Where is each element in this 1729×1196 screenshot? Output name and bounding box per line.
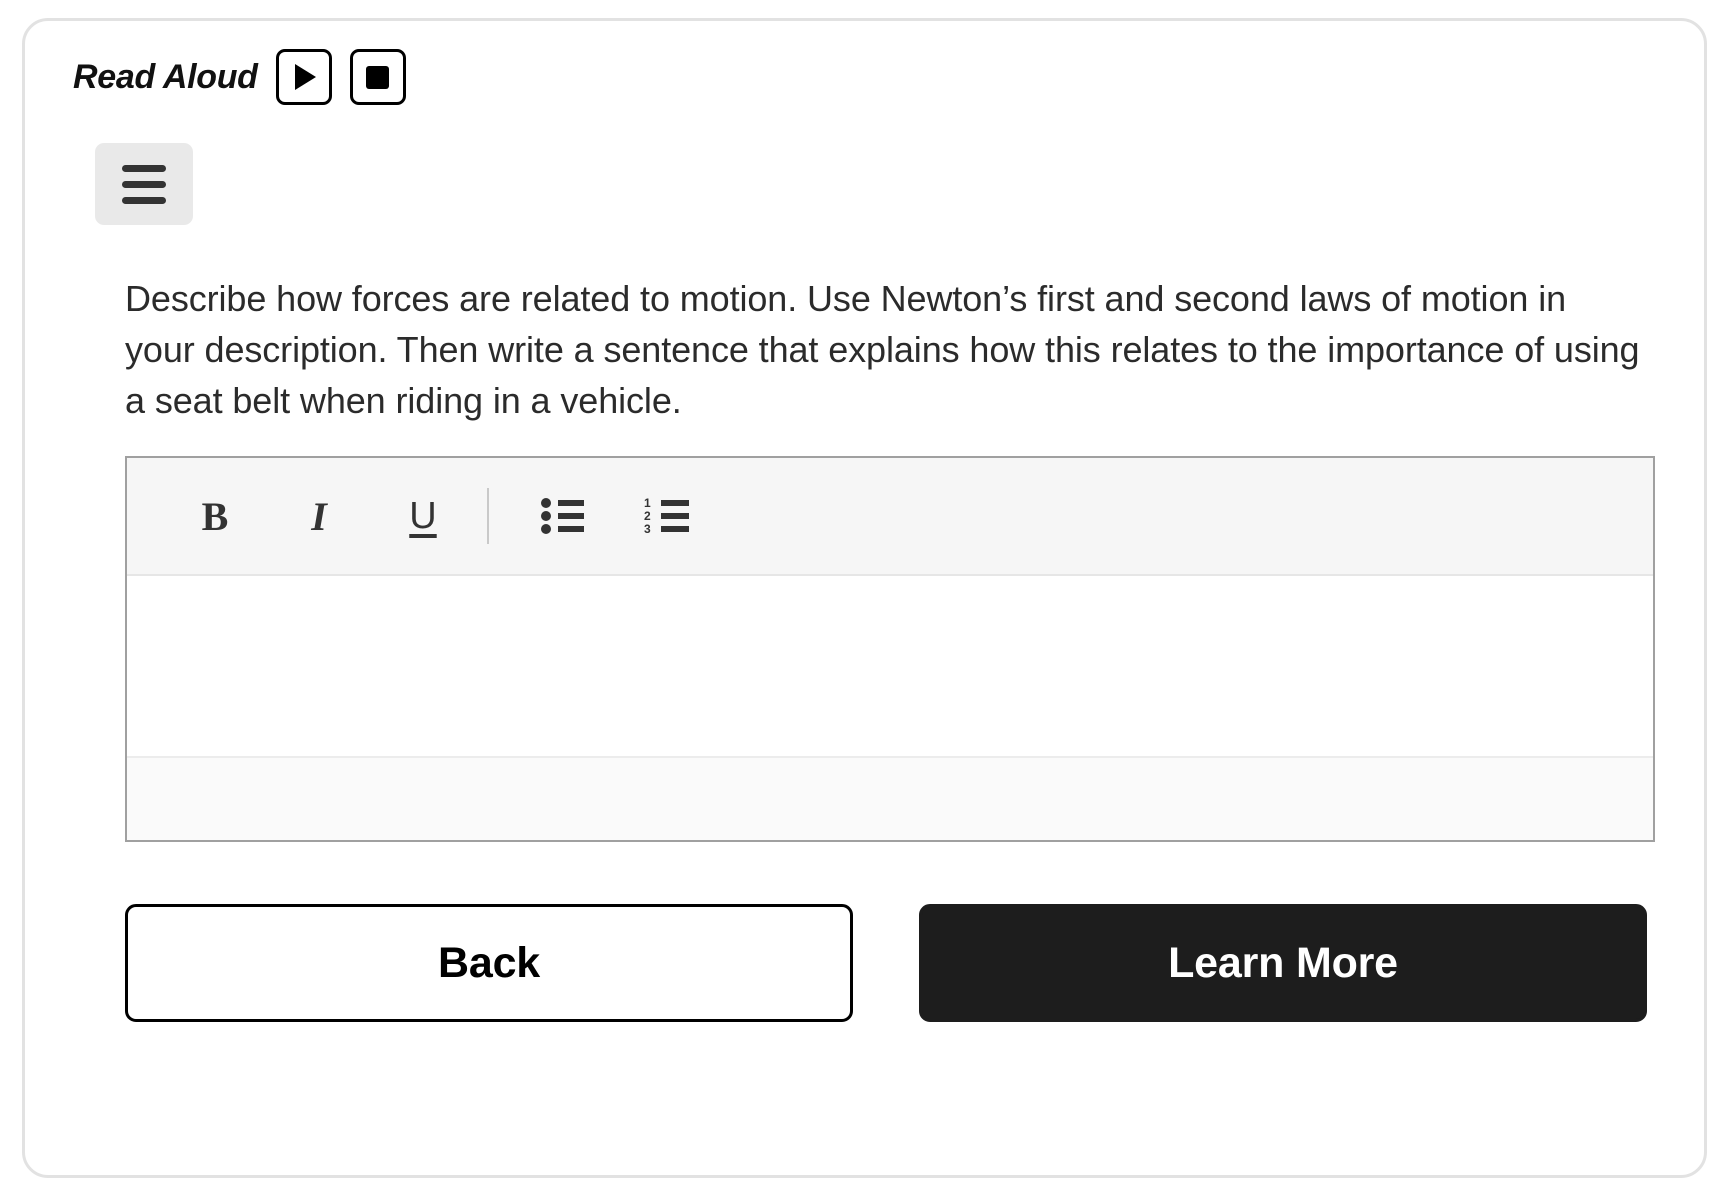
answer-text-area[interactable]: [127, 576, 1653, 759]
hamburger-menu-button[interactable]: [95, 143, 193, 225]
italic-button[interactable]: I: [267, 480, 371, 552]
underline-icon: U: [409, 494, 437, 537]
page-root: Read Aloud Describe how forces are relat…: [0, 0, 1729, 1196]
hamburger-menu-icon-bar-1: [122, 164, 166, 172]
stop-icon: [366, 65, 390, 89]
svg-text:1: 1: [644, 496, 651, 510]
question-card: Read Aloud Describe how forces are relat…: [22, 18, 1707, 1178]
back-button[interactable]: Back: [125, 904, 853, 1023]
read-aloud-label: Read Aloud: [73, 58, 258, 96]
question-prompt-text: Describe how forces are related to motio…: [125, 278, 1640, 422]
underline-button[interactable]: U: [371, 480, 475, 552]
action-button-row: Back Learn More: [125, 904, 1704, 1023]
numbered-list-button[interactable]: 1 2 3: [615, 480, 719, 552]
learn-more-button[interactable]: Learn More: [919, 904, 1647, 1023]
numbered-list-icon: 1 2 3: [644, 496, 689, 536]
svg-text:3: 3: [644, 522, 651, 536]
svg-text:2: 2: [644, 509, 651, 523]
editor-status-bar: [127, 758, 1653, 841]
bulleted-list-icon: [541, 498, 584, 535]
hamburger-menu-icon-bar-3: [122, 196, 166, 204]
toolbar-separator: [487, 488, 489, 545]
read-aloud-toolbar: Read Aloud: [25, 21, 1704, 107]
rich-text-editor: B I U 1 2 3: [125, 456, 1655, 843]
editor-toolbar: B I U 1 2 3: [127, 458, 1653, 577]
hamburger-menu-icon-bar-2: [122, 180, 166, 188]
menu-button-container: [25, 107, 1704, 225]
bold-icon: B: [201, 493, 229, 539]
read-aloud-stop-button[interactable]: [349, 49, 406, 105]
play-icon: [295, 64, 317, 90]
bold-button[interactable]: B: [163, 480, 267, 552]
bulleted-list-button[interactable]: [511, 480, 615, 552]
italic-icon: I: [311, 493, 327, 539]
read-aloud-play-button[interactable]: [275, 49, 332, 105]
